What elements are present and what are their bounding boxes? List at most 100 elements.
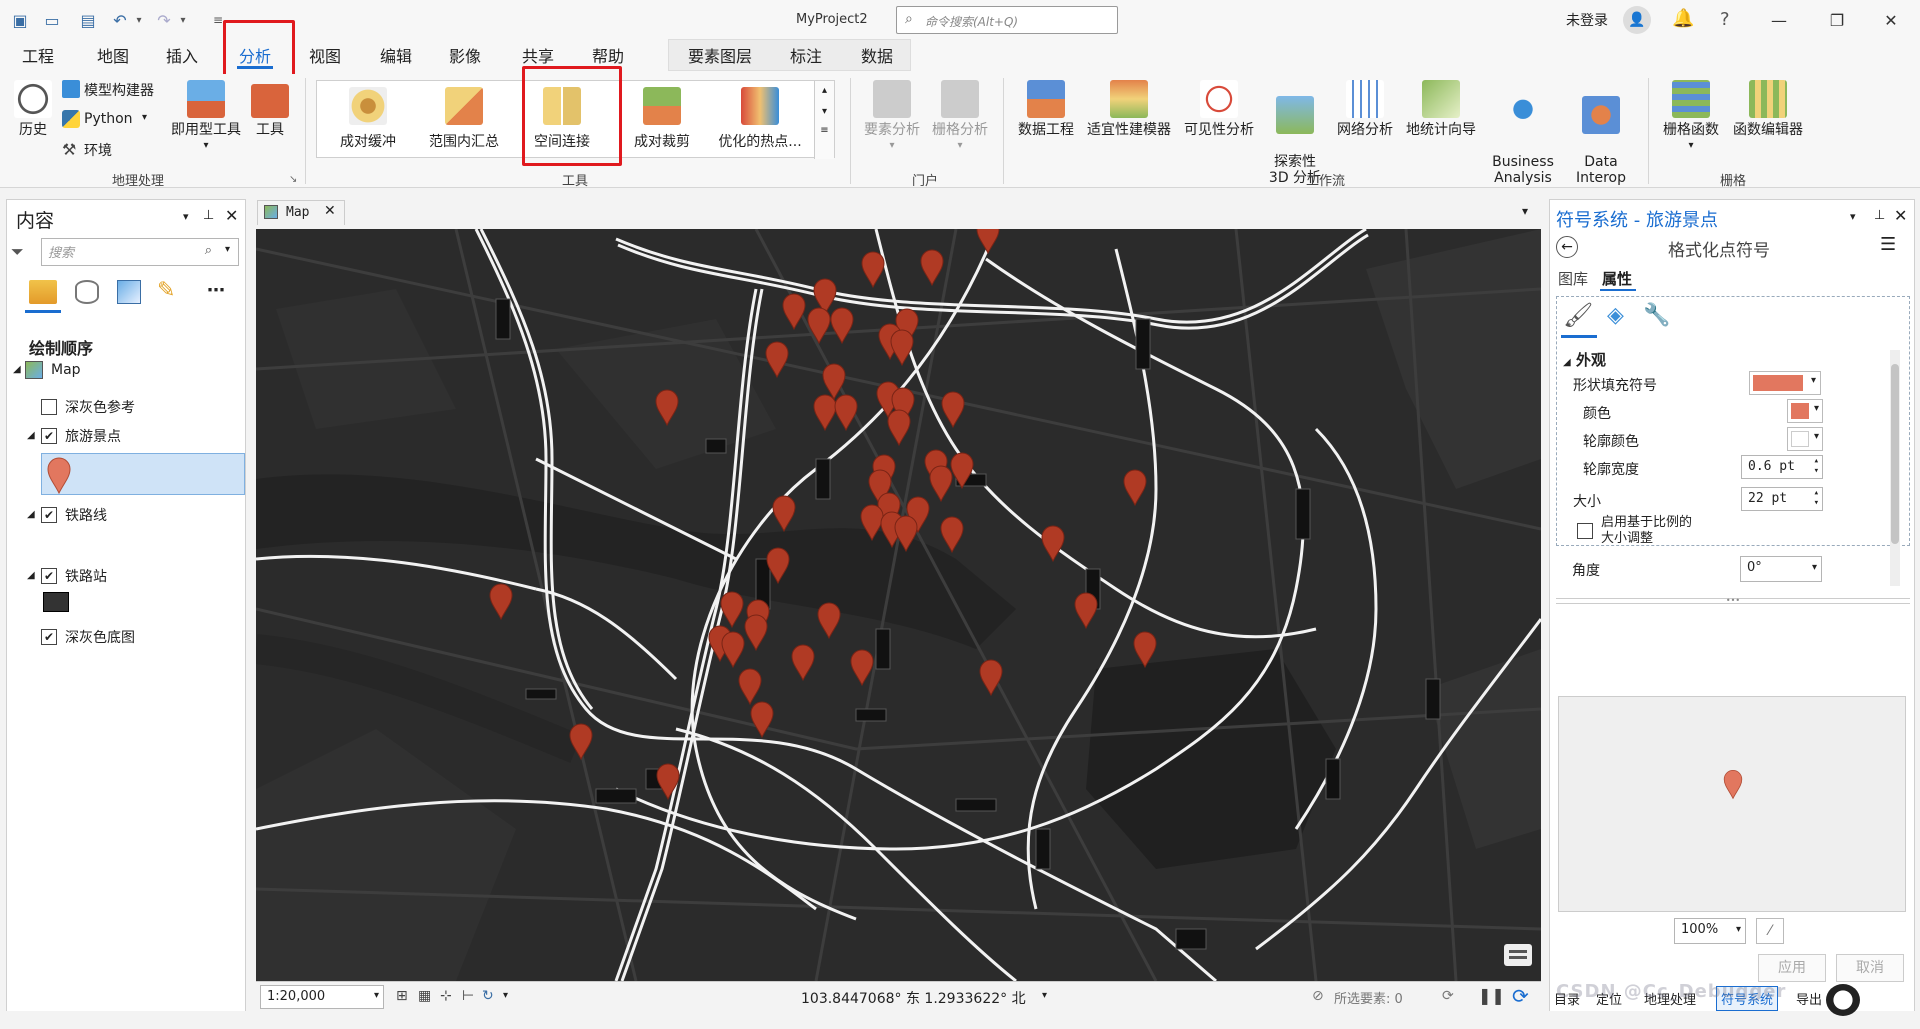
environments-button[interactable]: 环境 <box>84 140 112 160</box>
menu-icon[interactable]: ☰ <box>1880 234 1896 255</box>
layer-dark-gray-basemap[interactable]: 深灰色底图 <box>65 627 135 647</box>
business-analysis-button[interactable]: Business Analysis <box>1486 80 1560 186</box>
splitter-handle[interactable]: ••• <box>1556 597 1910 605</box>
tab-data[interactable]: 数据 <box>861 43 893 67</box>
pause-drawing-icon[interactable]: ❚❚ <box>1478 986 1505 1005</box>
avatar[interactable]: 👤 <box>1623 6 1651 34</box>
view-dropdown-icon[interactable]: ▾ <box>1522 204 1528 218</box>
expand-map-icon[interactable]: ◢ <box>13 364 21 375</box>
function-editor-button[interactable]: 函数编辑器 <box>1728 80 1808 138</box>
list-by-drawing-order-icon[interactable] <box>29 280 57 304</box>
preview-zoom-select[interactable]: 100% ▾ <box>1674 918 1746 944</box>
wrench-icon[interactable]: 🔧 <box>1643 303 1670 328</box>
close-pane-icon[interactable]: ✕ <box>225 206 238 225</box>
color-picker[interactable]: ▾ <box>1787 399 1823 423</box>
user-status[interactable]: 未登录 <box>1566 10 1608 30</box>
refresh-map-icon[interactable]: ⟳ <box>1512 984 1529 1008</box>
pin-icon[interactable]: ⊥ <box>1874 208 1885 223</box>
map-item-label[interactable]: Map <box>51 362 81 378</box>
attractions-symbol-row[interactable] <box>41 453 245 495</box>
tab-help[interactable]: 帮助 <box>592 43 624 67</box>
map-legend-widget[interactable] <box>1504 944 1532 966</box>
layer-rail-lines[interactable]: 铁路线 <box>65 505 107 525</box>
options-dropdown-icon[interactable]: ▾ <box>503 990 508 1001</box>
selected-features-count[interactable]: 所选要素: 0 <box>1334 988 1403 1007</box>
angle-input[interactable]: 0° ▾ <box>1740 556 1822 582</box>
search-dropdown-icon[interactable]: ▾ <box>225 244 230 255</box>
fixed-zoom-in-icon[interactable]: ⊞ <box>396 988 408 1004</box>
stepper-icon[interactable]: ▴ ▾ <box>1814 456 1819 476</box>
station-symbol-swatch[interactable] <box>43 592 69 612</box>
redo-dropdown-icon[interactable]: ▾ <box>176 8 190 32</box>
list-by-editing-icon[interactable]: ✎ <box>157 278 175 303</box>
tab-imagery[interactable]: 影像 <box>449 43 481 67</box>
apply-button[interactable]: 应用 <box>1758 954 1826 982</box>
save-icon[interactable]: ▤ <box>76 8 100 32</box>
pin-icon[interactable]: ⊥ <box>203 208 214 223</box>
pairwise-buffer-button[interactable]: 成对缓冲 <box>321 81 415 159</box>
coordinate-format-dropdown-icon[interactable]: ▾ <box>1042 990 1047 1001</box>
shape-fill-swatch[interactable]: ▾ <box>1749 371 1821 395</box>
size-input[interactable]: 22 pt ▴ ▾ <box>1741 487 1823 511</box>
rotate-icon[interactable]: ↻ <box>482 988 494 1004</box>
data-interop-button[interactable]: Data Interop <box>1566 80 1636 186</box>
layer-checkbox-dark-gray-reference[interactable] <box>41 399 57 415</box>
zoom-dropdown-icon[interactable]: ▾ <box>1736 924 1741 935</box>
filter-icon[interactable]: ⏷ <box>11 242 24 262</box>
history-button[interactable]: 历史 <box>8 80 58 138</box>
tab-view[interactable]: 视图 <box>309 43 341 67</box>
contents-search-input[interactable]: 搜索 ⌕ ▾ <box>41 238 239 266</box>
dialog-launcher-icon[interactable]: ↘ <box>289 174 297 185</box>
selection-filter-icon[interactable]: ⊘ <box>1312 988 1324 1004</box>
layer-checkbox-attractions[interactable]: ✔ <box>41 428 57 444</box>
undo-icon[interactable]: ↶ <box>108 8 132 32</box>
list-by-source-icon[interactable] <box>75 280 99 304</box>
pane-menu-icon[interactable]: ▾ <box>183 210 189 223</box>
tab-share[interactable]: 共享 <box>522 43 554 67</box>
constraints-icon[interactable]: ⊢ <box>462 988 474 1004</box>
expand-layer-icon[interactable]: ◢ <box>27 430 35 441</box>
layer-dark-gray-reference[interactable]: 深灰色参考 <box>65 397 135 417</box>
python-button[interactable]: Python <box>84 111 133 127</box>
feature-analysis-button[interactable]: 要素分析 ▾ <box>860 80 924 154</box>
cancel-button[interactable]: 取消 <box>1836 954 1904 982</box>
angle-dropdown-icon[interactable]: ▾ <box>1812 562 1817 573</box>
suitability-modeler-button[interactable]: 适宜性建模器 <box>1083 80 1175 138</box>
pane-menu-icon[interactable]: ▾ <box>1850 210 1856 223</box>
tab-gallery[interactable]: 图库 <box>1558 268 1588 289</box>
python-dropdown-icon[interactable]: ▾ <box>142 112 147 123</box>
close-window-icon[interactable]: ✕ <box>1876 8 1906 32</box>
command-search-input[interactable]: ⌕ 命令搜索(Alt+Q) <box>896 6 1118 34</box>
restore-icon[interactable]: ❐ <box>1822 8 1852 32</box>
help-icon[interactable]: ? <box>1720 9 1730 30</box>
tab-properties[interactable]: 属性 <box>1602 268 1632 289</box>
tab-map[interactable]: 地图 <box>97 43 129 67</box>
redo-icon[interactable]: ↷ <box>152 8 176 32</box>
open-folder-icon[interactable]: ▭ <box>40 8 64 32</box>
properties-scrollbar[interactable] <box>1890 350 1900 586</box>
tab-feature-layer[interactable]: 要素图层 <box>688 43 752 67</box>
network-analysis-button[interactable]: 网络分析 <box>1333 80 1397 138</box>
gallery-scroll[interactable]: ▴ ▾ ≡ <box>814 81 834 159</box>
outline-width-input[interactable]: 0.6 pt ▴ ▾ <box>1741 455 1823 479</box>
visibility-analysis-button[interactable]: 可见性分析 <box>1180 80 1258 138</box>
snapping-icon[interactable]: ⊹ <box>440 988 452 1004</box>
preview-background-icon[interactable]: ⁄ <box>1756 918 1784 944</box>
expand-layer-icon[interactable]: ◢ <box>27 509 35 520</box>
close-pane-icon[interactable]: ✕ <box>1894 206 1907 225</box>
close-tab-icon[interactable]: ✕ <box>324 203 336 219</box>
list-by-selection-icon[interactable] <box>117 280 141 304</box>
minimize-icon[interactable]: — <box>1764 8 1794 32</box>
search-icon[interactable]: ⌕ <box>205 243 212 258</box>
scale-based-sizing-checkbox[interactable] <box>1577 523 1593 539</box>
tab-analysis[interactable]: 分析 <box>239 43 271 67</box>
outline-color-picker[interactable]: ▾ <box>1787 427 1823 451</box>
refresh-selection-icon[interactable]: ⟳ <box>1442 988 1454 1004</box>
stepper-icon[interactable]: ▴ ▾ <box>1814 488 1819 508</box>
ready-to-use-tools-button[interactable]: 即用型工具 ▾ <box>168 80 244 154</box>
symbol-brush-icon[interactable]: 🖌 <box>1563 301 1593 329</box>
summarize-within-button[interactable]: 范围内汇总 <box>417 81 511 159</box>
tab-project[interactable]: 工程 <box>22 43 54 67</box>
raster-analysis-button[interactable]: 栅格分析 ▾ <box>928 80 992 154</box>
new-project-icon[interactable]: ▣ <box>8 8 32 32</box>
